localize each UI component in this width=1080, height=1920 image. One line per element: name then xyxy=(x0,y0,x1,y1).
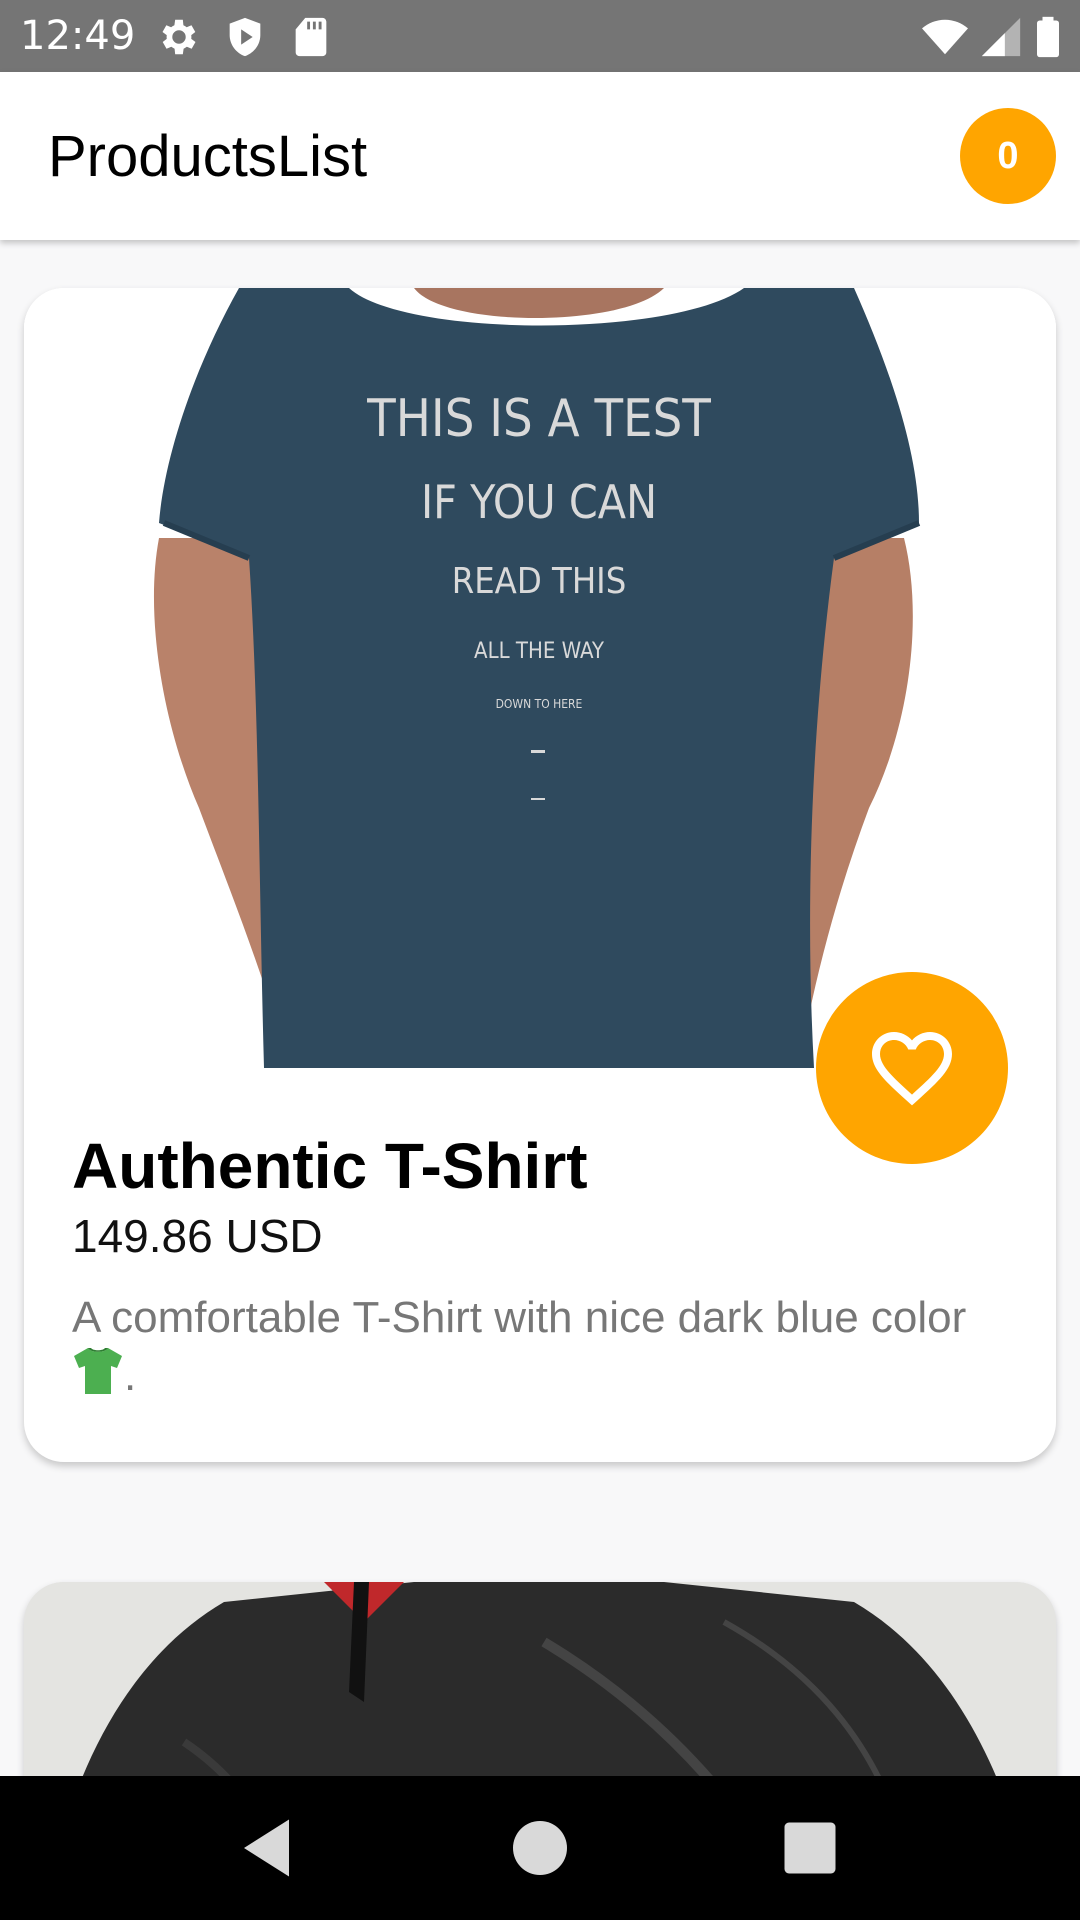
sd-card-icon xyxy=(288,14,334,60)
recents-icon[interactable] xyxy=(774,1812,846,1884)
shirt-print-line: ALL THE WAY xyxy=(474,639,605,664)
product-card[interactable]: THIS IS A TEST IF YOU CAN READ THIS ALL … xyxy=(24,288,1056,1462)
tshirt-icon xyxy=(72,1346,124,1396)
heart-outline-icon xyxy=(872,1032,952,1106)
product-name: Authentic T-Shirt xyxy=(72,1130,588,1202)
settings-icon xyxy=(156,14,202,60)
navigation-bar xyxy=(0,1776,1080,1920)
product-price: 149.86 USD xyxy=(72,1210,323,1262)
favorite-button[interactable] xyxy=(816,972,1008,1164)
signal-icon xyxy=(978,14,1024,60)
page-title: ProductsList xyxy=(48,124,368,189)
product-description-text: A comfortable T-Shirt with nice dark blu… xyxy=(72,1293,967,1342)
shirt-print-line: DOWN TO HERE xyxy=(496,697,583,711)
shirt-print-line: IF YOU CAN xyxy=(421,475,657,529)
status-bar: 12:49 xyxy=(0,0,1080,72)
screen: 12:49 ProductsList 0 THIS IS A TEST IF Y… xyxy=(0,0,1080,1920)
back-icon[interactable] xyxy=(232,1812,304,1884)
cart-count-badge[interactable]: 0 xyxy=(960,108,1056,204)
status-time: 12:49 xyxy=(20,13,136,59)
product-description-suffix: . xyxy=(124,1351,137,1400)
shirt-print-line: THIS IS A TEST xyxy=(366,389,711,449)
wifi-icon xyxy=(922,14,968,60)
play-protect-icon xyxy=(222,14,268,60)
home-icon[interactable] xyxy=(504,1812,576,1884)
app-bar: ProductsList 0 xyxy=(0,72,1080,240)
product-image: THIS IS A TEST IF YOU CAN READ THIS ALL … xyxy=(24,288,1056,1068)
product-description: A comfortable T-Shirt with nice dark blu… xyxy=(72,1290,992,1404)
shirt-print-line: READ THIS xyxy=(452,561,627,602)
battery-icon xyxy=(1026,14,1070,60)
